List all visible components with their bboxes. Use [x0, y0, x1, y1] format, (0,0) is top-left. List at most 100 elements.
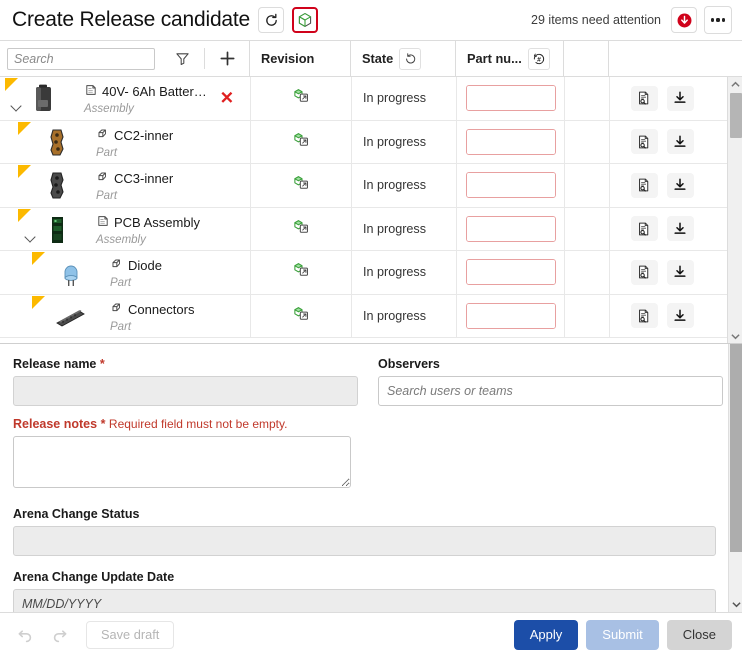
- column-header-revision[interactable]: Revision: [249, 41, 350, 76]
- row-name-block: Diode Part: [110, 257, 162, 291]
- add-icon: [219, 51, 235, 66]
- arena-change-status-input[interactable]: [13, 526, 716, 556]
- form-scroll-down-button[interactable]: [729, 598, 742, 610]
- row-name-block: CC2-inner Part: [96, 127, 173, 161]
- expand-toggle-icon[interactable]: [10, 99, 24, 113]
- redo-button[interactable]: [44, 621, 74, 649]
- search-input[interactable]: [7, 47, 155, 70]
- svg-text:#: #: [537, 56, 541, 63]
- arena-change-status-label: Arena Change Status: [13, 507, 140, 521]
- release-name-required-mark: *: [99, 357, 105, 371]
- part-number-input[interactable]: [466, 260, 555, 285]
- part-icon: [110, 257, 124, 276]
- row-download-button[interactable]: [666, 303, 694, 329]
- row-blank-cell: [564, 207, 609, 250]
- table-row[interactable]: PCB Assembly Assembly In progress #: [0, 207, 742, 251]
- items-table: Revision State Part nu... #: [0, 41, 742, 344]
- row-report-button[interactable]: [630, 303, 658, 329]
- save-draft-button[interactable]: Save draft: [86, 620, 175, 649]
- attention-flag-icon: [18, 165, 31, 178]
- row-report-button[interactable]: [630, 216, 658, 242]
- row-title: 40V- 6Ah Battery...: [102, 85, 210, 100]
- row-download-button[interactable]: [666, 85, 694, 111]
- row-state-value: In progress: [363, 91, 426, 106]
- part-number-input[interactable]: [466, 86, 555, 111]
- part-number-input[interactable]: [466, 129, 555, 154]
- column-header-state[interactable]: State: [350, 41, 455, 76]
- column-header-part-number[interactable]: Part nu... #: [455, 41, 563, 76]
- create-release-candidate-dialog: Create Release candidate 29 items need a…: [0, 0, 742, 656]
- release-name-input[interactable]: [13, 376, 358, 406]
- table-row[interactable]: Connectors Part In progress #: [0, 294, 742, 338]
- row-download-button[interactable]: [666, 216, 694, 242]
- close-button[interactable]: Close: [666, 619, 732, 650]
- attention-flag-icon: [18, 121, 31, 135]
- filter-button[interactable]: [160, 41, 204, 76]
- table-row[interactable]: CC3-inner Part In progress #: [0, 164, 742, 208]
- row-title: CC2-inner: [114, 128, 174, 143]
- add-item-button[interactable]: [205, 41, 249, 76]
- row-revision-cell[interactable]: [250, 120, 351, 163]
- undo-button[interactable]: [10, 621, 40, 649]
- part-number-input[interactable]: [466, 216, 555, 241]
- observers-input[interactable]: [378, 376, 723, 406]
- row-state-cell: In progress: [351, 120, 456, 163]
- row-thumbnail: [40, 212, 74, 248]
- expand-toggle-icon[interactable]: [24, 230, 38, 244]
- filter-icon: [175, 53, 189, 66]
- row-revision-cell[interactable]: [250, 251, 351, 294]
- row-report-button[interactable]: [630, 129, 658, 155]
- column-header-blank: [563, 41, 608, 76]
- row-blank-cell: [564, 120, 609, 163]
- apply-button[interactable]: Apply: [513, 619, 579, 650]
- arena-change-status-block: Arena Change Status: [13, 507, 726, 556]
- revision-cube-icon: [293, 305, 310, 327]
- part-number-input[interactable]: [466, 303, 555, 328]
- table-row[interactable]: 40V- 6Ah Battery... Assembly ✕ In progress #: [0, 77, 742, 121]
- row-title-line: PCB Assembly: [96, 214, 200, 233]
- refresh-button[interactable]: [258, 7, 285, 33]
- row-report-button[interactable]: [630, 259, 658, 285]
- part-number-input[interactable]: [466, 173, 555, 198]
- row-title-line: CC2-inner: [96, 127, 173, 146]
- release-notes-textarea[interactable]: [13, 436, 351, 488]
- row-part-number-cell: #: [456, 251, 564, 294]
- scroll-down-button[interactable]: [728, 329, 742, 343]
- row-download-button[interactable]: [666, 172, 694, 198]
- redo-icon: [53, 630, 66, 643]
- table-row[interactable]: Diode Part In progress #: [0, 251, 742, 295]
- table-scrollbar[interactable]: [727, 77, 742, 343]
- row-thumbnail: [40, 125, 74, 161]
- attention-flag-icon: [32, 295, 45, 309]
- attention-alert-button[interactable]: [671, 7, 697, 33]
- row-title: Diode: [128, 259, 162, 274]
- row-report-button[interactable]: [630, 85, 658, 111]
- part-number-group: #: [465, 259, 556, 286]
- submit-button[interactable]: Submit: [586, 619, 659, 650]
- row-state-value: In progress: [363, 134, 426, 149]
- row-revision-cell[interactable]: [250, 164, 351, 207]
- row-download-button[interactable]: [666, 259, 694, 285]
- refresh-state-button[interactable]: [399, 47, 422, 70]
- table-scrollbar-thumb[interactable]: [729, 93, 742, 138]
- row-revision-cell[interactable]: [250, 207, 351, 250]
- form-scrollbar-thumb[interactable]: [730, 344, 742, 552]
- row-name-block: PCB Assembly Assembly: [96, 214, 200, 248]
- remove-row-button[interactable]: ✕: [220, 90, 234, 107]
- row-revision-cell[interactable]: [250, 294, 351, 337]
- row-download-button[interactable]: [666, 129, 694, 155]
- table-row[interactable]: CC2-inner Part In progress #: [0, 120, 742, 164]
- form-scrollbar[interactable]: [728, 344, 742, 612]
- scroll-up-button[interactable]: [728, 77, 742, 91]
- more-options-button[interactable]: [704, 6, 732, 34]
- dialog-header: Create Release candidate 29 items need a…: [0, 0, 742, 41]
- row-state-value: In progress: [363, 265, 426, 280]
- arena-change-update-date-input[interactable]: [13, 589, 716, 612]
- model-view-button[interactable]: [292, 7, 319, 33]
- revision-cube-icon: [293, 131, 310, 153]
- part-number-generate-button[interactable]: #: [527, 47, 550, 70]
- attention-count-label: 29 items need attention: [531, 13, 661, 27]
- release-notes-label: Release notes * Required field must not …: [13, 417, 358, 431]
- row-report-button[interactable]: [630, 172, 658, 198]
- row-revision-cell[interactable]: [250, 77, 351, 120]
